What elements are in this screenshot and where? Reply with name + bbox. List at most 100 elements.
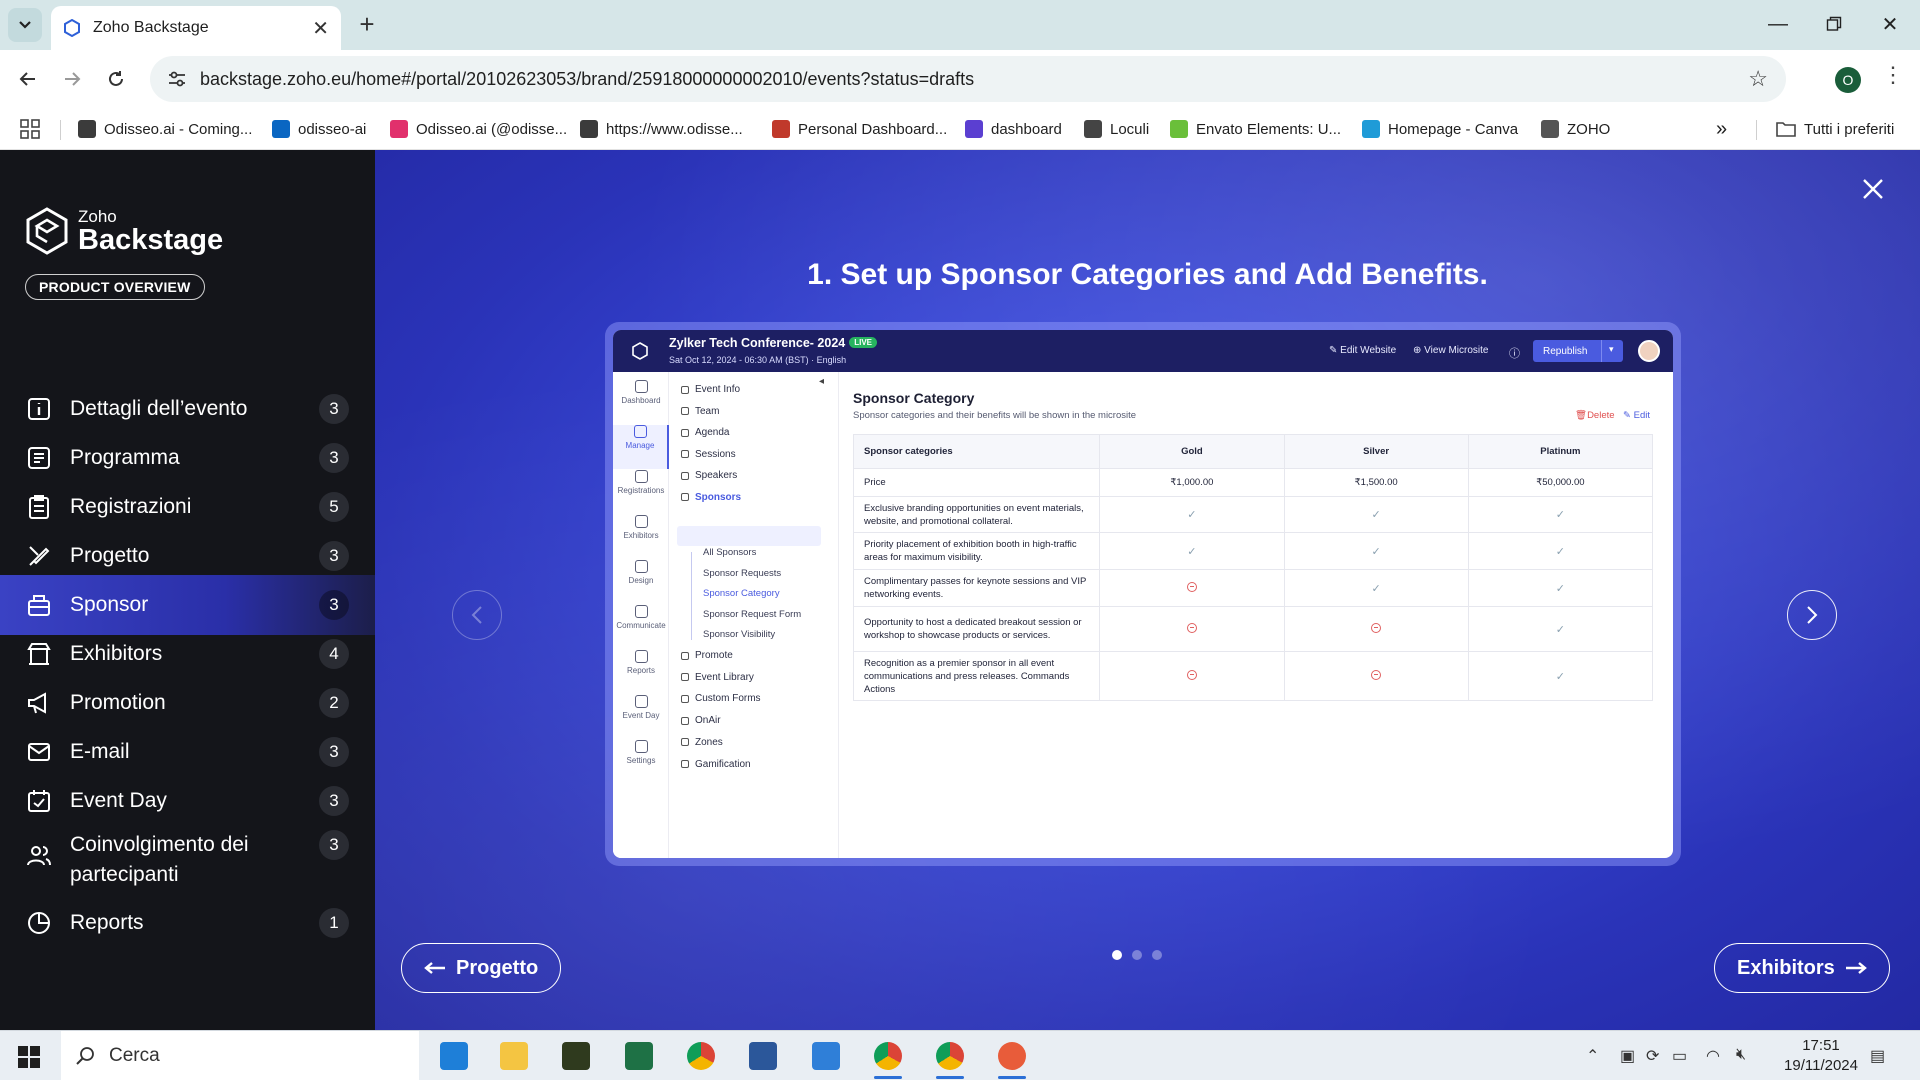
menu-item-label: Event Info: [695, 384, 741, 395]
bookmark-item[interactable]: Homepage - Canva: [1362, 116, 1518, 142]
pagination-dot[interactable]: [1152, 950, 1162, 960]
bookmark-item[interactable]: odisseo-ai: [272, 116, 366, 142]
bookmark-favicon-icon: [580, 120, 598, 138]
rail-item-settings: Settings: [613, 740, 669, 784]
tray-wifi-icon[interactable]: ◠: [1706, 1046, 1720, 1066]
browser-tabbar: Zoho Backstage ✕ + — ✕: [0, 0, 1920, 50]
menu-item-icon: [681, 651, 689, 660]
next-section-button[interactable]: Exhibitors: [1714, 943, 1890, 993]
agenda-icon: [26, 445, 52, 471]
pagination-dot[interactable]: [1112, 950, 1122, 960]
notifications-icon[interactable]: ▤: [1870, 1046, 1885, 1066]
benefit-platinum-cell: ✓: [1467, 651, 1654, 701]
submenu-item-all-sponsors: All Sponsors: [703, 547, 757, 558]
menu-item-label: Speakers: [695, 470, 738, 481]
taskbar-paint-icon[interactable]: [992, 1039, 1032, 1079]
product-overview-button[interactable]: PRODUCT OVERVIEW: [25, 274, 205, 300]
previous-slide-button[interactable]: [452, 590, 502, 640]
taskbar-search[interactable]: Cerca: [61, 1031, 419, 1080]
tab-close-icon[interactable]: ✕: [312, 16, 329, 41]
republish-button: Republish ▾: [1533, 340, 1623, 362]
taskbar-sticky-notes-icon[interactable]: [556, 1039, 596, 1073]
chart-pie-icon: [26, 910, 52, 936]
benefit-text-cell: Recognition as a premier sponsor in all …: [852, 651, 1101, 701]
bookmark-item[interactable]: Loculi: [1084, 116, 1149, 142]
menu-item-icon: [681, 407, 689, 415]
rail-icon: [634, 740, 648, 753]
tray-meet-icon[interactable]: ▣: [1620, 1046, 1635, 1066]
tray-sync-icon[interactable]: ⟳: [1646, 1046, 1659, 1066]
taskbar-mail-icon[interactable]: [806, 1039, 846, 1073]
site-info-icon[interactable]: [166, 68, 188, 90]
rail-icon: [633, 425, 647, 438]
bookmark-item[interactable]: Odisseo.ai (@odisse...: [390, 116, 567, 142]
taskbar-chrome-profile-icon[interactable]: [868, 1039, 908, 1079]
url-text[interactable]: backstage.zoho.eu/home#/portal/201026230…: [200, 69, 1748, 90]
taskbar-clock[interactable]: 17:51 19/11/2024: [1776, 1036, 1866, 1076]
new-tab-button[interactable]: +: [352, 9, 382, 39]
tray-battery-icon[interactable]: ▭: [1672, 1046, 1687, 1066]
taskbar-file-explorer-icon[interactable]: [494, 1039, 534, 1073]
sidebar-item-count-badge: 2: [319, 688, 349, 718]
bookmark-item[interactable]: Odisseo.ai - Coming...: [78, 116, 252, 142]
bookmark-item[interactable]: Envato Elements: U...: [1170, 116, 1341, 142]
menu-item-icon: [681, 471, 689, 480]
forward-button[interactable]: [56, 63, 88, 95]
sidebar-item-count-badge: 3: [319, 443, 349, 473]
close-overview-icon[interactable]: [1858, 174, 1888, 204]
previous-section-button[interactable]: Progetto: [401, 943, 562, 993]
taskbar-excel-icon[interactable]: [619, 1039, 659, 1073]
bookmarks-overflow-icon[interactable]: »: [1716, 116, 1727, 142]
bookmark-label: ZOHO: [1567, 120, 1611, 138]
browser-menu-icon[interactable]: ⋮: [1882, 62, 1904, 88]
submenu-item-sponsor-visibility: Sponsor Visibility: [703, 629, 776, 640]
menu-item-icon: [681, 738, 689, 747]
submenu-item-sponsor-request-form: Sponsor Request Form: [703, 608, 802, 620]
tray-volume-mute-icon[interactable]: 🔇︎: [1736, 1046, 1746, 1064]
taskbar-chrome-active-icon[interactable]: [930, 1039, 970, 1079]
next-slide-button[interactable]: [1787, 590, 1837, 640]
price-cell: ₹1,500.00: [1283, 468, 1469, 497]
close-window-button[interactable]: ✕: [1862, 0, 1918, 48]
table-row: Exclusive branding opportunities on even…: [852, 496, 1654, 533]
all-bookmarks-folder[interactable]: Tutti i preferiti: [1776, 116, 1894, 142]
bookmark-item[interactable]: Personal Dashboard...: [772, 116, 947, 142]
taskbar-calculator-icon[interactable]: [434, 1039, 474, 1073]
bookmark-star-icon[interactable]: ☆: [1748, 66, 1768, 92]
all-bookmarks-label: Tutti i preferiti: [1804, 120, 1895, 138]
tab-search-button[interactable]: [8, 8, 42, 42]
menu-item-speakers: Speakers: [681, 470, 737, 481]
bookmark-item[interactable]: ZOHO: [1541, 116, 1610, 142]
pagination-dot[interactable]: [1132, 950, 1142, 960]
sidebar-item-count-badge: 3: [319, 541, 349, 571]
restore-button[interactable]: [1806, 0, 1862, 48]
taskbar-word-icon[interactable]: [743, 1039, 783, 1073]
menu-item-label: Sessions: [695, 448, 736, 460]
calendar-check-icon: [26, 788, 52, 814]
tray-chevron-up-icon[interactable]: ⌃: [1586, 1046, 1599, 1066]
bookmark-item[interactable]: https://www.odisse...: [580, 116, 743, 142]
profile-avatar[interactable]: O: [1835, 67, 1861, 93]
tab-title: Zoho Backstage: [93, 19, 209, 36]
minimize-button[interactable]: —: [1750, 0, 1806, 48]
taskbar-chrome-icon[interactable]: [681, 1039, 721, 1073]
rail-label: Reports: [626, 666, 655, 675]
rail-icon: [634, 650, 648, 663]
bookmark-item[interactable]: dashboard: [965, 116, 1062, 142]
sidebar-item-label: Progetto: [70, 544, 150, 567]
reload-button[interactable]: [100, 63, 132, 95]
logo-zoho-text: Zoho: [78, 206, 117, 226]
back-button[interactable]: [12, 63, 44, 95]
sidebar-item-reports[interactable]: Reports 1: [0, 893, 375, 953]
slide-image-frame: Zylker Tech Conference- 2024 LIVE Sat Oct…: [605, 322, 1681, 866]
benefit-silver-cell: [1283, 606, 1469, 652]
apps-grid-icon[interactable]: [20, 119, 40, 139]
browser-tab[interactable]: Zoho Backstage ✕: [51, 6, 341, 50]
not-included-icon: [1186, 669, 1197, 680]
rail-item-reports: Reports: [613, 650, 669, 694]
rail-item-exhibitors: Exhibitors: [613, 515, 669, 559]
address-bar[interactable]: backstage.zoho.eu/home#/portal/201026230…: [150, 56, 1786, 102]
check-icon: ✓: [1187, 509, 1197, 521]
bookmark-favicon-icon: [1541, 120, 1559, 138]
windows-start-icon[interactable]: [18, 1046, 40, 1068]
